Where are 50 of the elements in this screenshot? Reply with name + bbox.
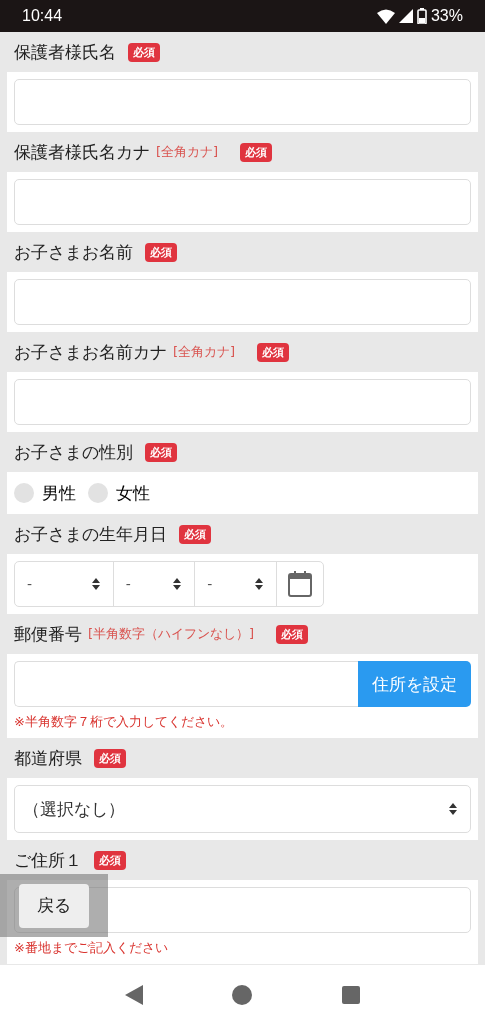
required-badge: 必須	[257, 342, 290, 362]
date-select[interactable]: -	[15, 562, 114, 606]
recents-nav-icon[interactable]	[342, 985, 361, 1004]
required-badge: 必須	[145, 442, 177, 462]
field-label: お子さまの生年月日	[14, 522, 167, 546]
required-badge: 必須	[94, 850, 126, 870]
field-label: お子さまお名前	[14, 240, 133, 264]
required-badge: 必須	[94, 748, 126, 768]
back-nav-icon[interactable]	[124, 984, 143, 1005]
field-note: ※番地までご記入ください	[14, 939, 169, 957]
signal-icon	[398, 9, 413, 23]
prefecture-select[interactable]: （選択なし）	[14, 785, 471, 833]
required-badge: 必須	[145, 242, 177, 262]
field-label: 都道府県	[14, 746, 82, 770]
field-label: お子さまお名前カナ	[14, 340, 167, 364]
required-badge: 必須	[240, 142, 273, 162]
text-input-field[interactable]	[14, 179, 471, 225]
radio-label: 女性	[116, 481, 150, 505]
text-input-field[interactable]	[14, 79, 471, 125]
sort-caret-icon	[448, 802, 458, 816]
field-label: お子さまの性別	[14, 440, 133, 464]
required-badge: 必須	[276, 624, 309, 644]
field-label: 保護者様氏名	[14, 40, 116, 64]
required-badge: 必須	[179, 524, 211, 544]
battery-icon	[416, 8, 427, 24]
text-input-field[interactable]	[14, 379, 471, 425]
field-hint: [全角カナ]	[156, 143, 219, 161]
field-label: 保護者様氏名カナ	[14, 140, 150, 164]
postal-code-field[interactable]	[14, 661, 358, 707]
date-select[interactable]: -	[195, 562, 277, 606]
radio-label: 男性	[42, 481, 76, 505]
sort-caret-icon	[254, 577, 264, 591]
status-time: 10:44	[22, 7, 63, 25]
radio-button[interactable]	[88, 483, 108, 503]
required-badge: 必須	[128, 42, 160, 62]
field-note: ※半角数字７桁で入力してください。	[14, 713, 234, 731]
sort-caret-icon	[90, 577, 101, 591]
wifi-icon	[376, 8, 395, 24]
field-hint: [全角カナ]	[173, 343, 236, 361]
text-input-field[interactable]	[14, 279, 471, 325]
battery-percent: 33%	[430, 7, 463, 25]
field-label: 郵便番号	[14, 622, 82, 646]
calendar-icon[interactable]	[287, 570, 313, 598]
radio-button[interactable]	[14, 483, 34, 503]
sort-caret-icon	[172, 577, 183, 591]
back-button[interactable]: 戻る	[19, 883, 89, 928]
field-label: ご住所１	[14, 848, 82, 872]
home-nav-icon[interactable]	[232, 984, 253, 1005]
date-select[interactable]: -	[113, 562, 196, 606]
field-hint: [半角数字（ハイフンなし）]	[88, 625, 255, 643]
